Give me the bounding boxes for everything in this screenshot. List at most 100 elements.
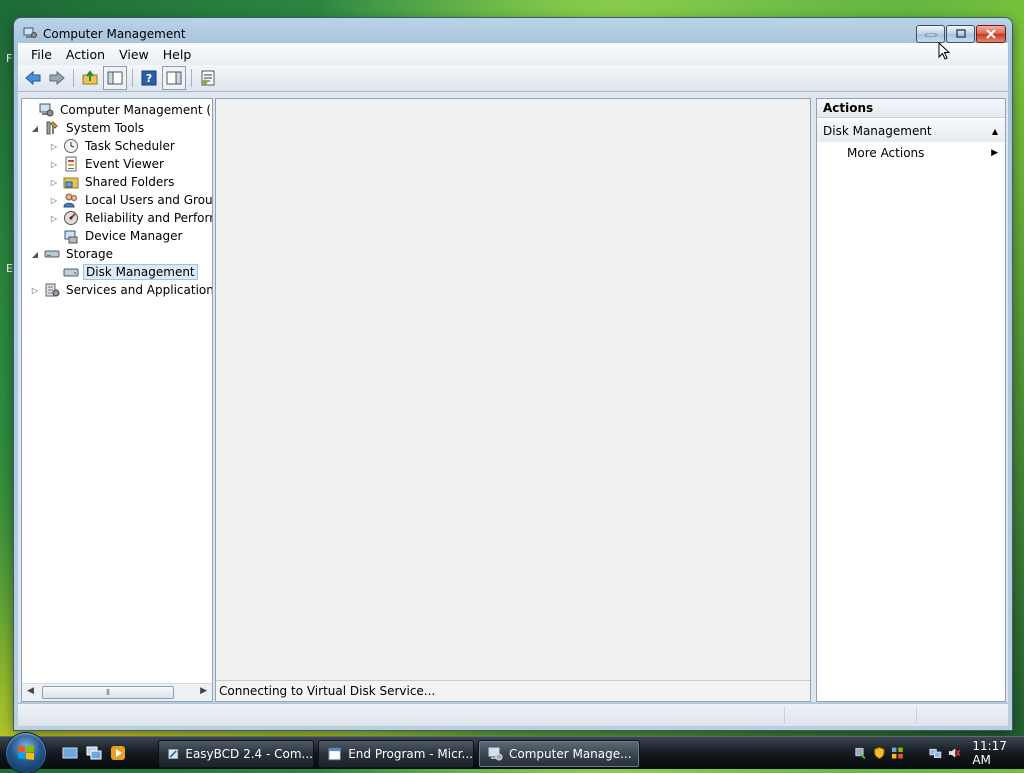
- volume-muted-icon[interactable]: [948, 746, 961, 760]
- windows-logo-icon: [18, 745, 34, 760]
- taskbar-button-label: Computer Manage...: [509, 747, 632, 761]
- desktop-icon-label: E: [6, 262, 13, 275]
- menu-view[interactable]: View: [112, 47, 156, 62]
- tree-item-task-scheduler[interactable]: ▷ Task Scheduler: [49, 137, 177, 155]
- taskbar-button-label: EasyBCD 2.4 - Com...: [185, 747, 313, 761]
- users-icon: [63, 193, 77, 208]
- tree-item-label: Device Manager: [85, 229, 183, 243]
- safely-remove-hardware-icon[interactable]: [854, 746, 867, 760]
- performance-icon: [64, 211, 78, 225]
- back-icon: [25, 70, 41, 86]
- back-button[interactable]: [22, 67, 44, 89]
- menu-file[interactable]: File: [24, 47, 59, 62]
- menu-bar: File Action View Help: [18, 43, 1008, 65]
- tree-item-label: Reliability and Performa: [85, 211, 212, 225]
- toolbar-separator: [73, 69, 74, 87]
- window-icon: [328, 747, 341, 761]
- show-hide-tree-button[interactable]: [103, 66, 127, 90]
- show-hide-tree-icon: [107, 71, 123, 85]
- tree-horizontal-scrollbar[interactable]: ◀ ⦀ ▶: [22, 683, 212, 701]
- show-desktop-icon[interactable]: [62, 745, 78, 761]
- more-actions-label: More Actions: [847, 146, 925, 160]
- minimize-button[interactable]: [916, 25, 945, 43]
- taskbar-button-end-program[interactable]: End Program - Micr...: [318, 740, 474, 768]
- collapse-up-icon[interactable]: ▲: [992, 127, 998, 136]
- tree-item-label: Storage: [66, 247, 113, 261]
- actions-section-disk-management[interactable]: Disk Management ▲: [817, 120, 1005, 142]
- tree-item-device-manager[interactable]: Device Manager: [49, 227, 184, 245]
- tree-item-label: Local Users and Groups: [85, 193, 213, 207]
- collapsed-arrow-icon[interactable]: ▷: [30, 286, 40, 295]
- network-icon[interactable]: [929, 746, 942, 760]
- collapsed-arrow-icon[interactable]: ▷: [49, 178, 59, 187]
- tree-item-local-users-groups[interactable]: ▷ Local Users and Groups: [49, 191, 213, 209]
- status-divider: [784, 707, 785, 723]
- actions-header: Actions: [817, 99, 1005, 118]
- client-area: Computer Management (Local ◢ System Tool…: [18, 92, 1008, 702]
- computer-management-window: Computer Management File Action View Hel…: [14, 18, 1012, 730]
- taskbar-button-easybcd[interactable]: EasyBCD 2.4 - Com...: [158, 740, 314, 768]
- up-folder-icon: [82, 70, 98, 85]
- windows-sidebar-icon[interactable]: [891, 746, 904, 760]
- scroll-left-icon[interactable]: ◀: [27, 686, 34, 696]
- security-shield-icon[interactable]: [873, 746, 886, 760]
- status-divider: [916, 707, 917, 723]
- shared-folder-icon: [63, 177, 79, 189]
- menu-action[interactable]: Action: [59, 47, 112, 62]
- tree-item-computer-management[interactable]: Computer Management (Local: [24, 101, 212, 119]
- collapsed-arrow-icon[interactable]: ▷: [49, 142, 59, 151]
- help-button[interactable]: ?: [138, 67, 160, 89]
- help-icon: ?: [141, 70, 157, 86]
- close-icon: [986, 29, 996, 39]
- switch-windows-icon[interactable]: [86, 745, 102, 761]
- scroll-right-icon[interactable]: ▶: [200, 686, 207, 696]
- menu-help[interactable]: Help: [156, 47, 199, 62]
- submenu-arrow-icon: ▶: [991, 148, 998, 158]
- computer-management-icon: [23, 27, 37, 38]
- services-icon: [45, 283, 60, 297]
- toolbar-separator: [132, 69, 133, 87]
- show-hide-action-pane-button[interactable]: [162, 66, 186, 90]
- tree-item-label: Shared Folders: [85, 175, 175, 189]
- results-pane: Connecting to Virtual Disk Service...: [215, 98, 811, 702]
- up-one-level-button[interactable]: [79, 67, 101, 89]
- device-manager-icon: [64, 230, 78, 244]
- tree-item-disk-management[interactable]: Disk Management: [49, 263, 198, 281]
- clock[interactable]: 11:17 AM: [972, 739, 1024, 767]
- start-button[interactable]: [6, 733, 46, 773]
- scrollbar-thumb[interactable]: ⦀: [42, 686, 174, 699]
- tree-item-event-viewer[interactable]: ▷ Event Viewer: [49, 155, 166, 173]
- expanded-arrow-icon[interactable]: ◢: [30, 124, 40, 133]
- maximize-button[interactable]: [946, 25, 975, 43]
- properties-icon: [201, 70, 215, 86]
- close-button[interactable]: [976, 25, 1006, 43]
- easybcd-icon: [168, 748, 179, 760]
- media-player-icon[interactable]: [110, 745, 126, 761]
- window-title: Computer Management: [43, 27, 186, 41]
- actions-pane: Actions Disk Management ▲ More Actions ▶: [816, 98, 1006, 702]
- maximize-icon: [955, 29, 966, 38]
- collapsed-arrow-icon[interactable]: ▷: [49, 160, 59, 169]
- forward-button[interactable]: [46, 67, 68, 89]
- tree-item-label: System Tools: [66, 121, 145, 135]
- properties-button[interactable]: [197, 67, 219, 89]
- tree-item-label: Task Scheduler: [85, 139, 175, 153]
- tree-item-services-applications[interactable]: ▷ Services and Applications: [30, 281, 212, 299]
- results-status-bar: Connecting to Virtual Disk Service...: [216, 680, 810, 701]
- tree-item-label: Computer Management (Local: [60, 103, 212, 117]
- collapsed-arrow-icon[interactable]: ▷: [49, 196, 59, 205]
- tree-item-reliability-performance[interactable]: ▷ Reliability and Performa: [49, 209, 212, 227]
- computer-management-icon: [488, 747, 503, 761]
- expanded-arrow-icon[interactable]: ◢: [30, 250, 40, 259]
- system-tray: 11:17 AM: [846, 737, 1024, 769]
- desktop-icon-label: F: [6, 52, 13, 65]
- clock-icon: [64, 139, 78, 153]
- taskbar-button-computer-management[interactable]: Computer Manage...: [478, 740, 640, 768]
- collapsed-arrow-icon[interactable]: ▷: [49, 214, 59, 223]
- toolbar: ?: [18, 65, 1008, 92]
- tree-item-system-tools[interactable]: ◢ System Tools: [30, 119, 146, 137]
- more-actions-item[interactable]: More Actions ▶: [817, 142, 1005, 164]
- console-tree: Computer Management (Local ◢ System Tool…: [21, 98, 213, 702]
- tree-item-storage[interactable]: ◢ Storage: [30, 245, 115, 263]
- tree-item-shared-folders[interactable]: ▷ Shared Folders: [49, 173, 176, 191]
